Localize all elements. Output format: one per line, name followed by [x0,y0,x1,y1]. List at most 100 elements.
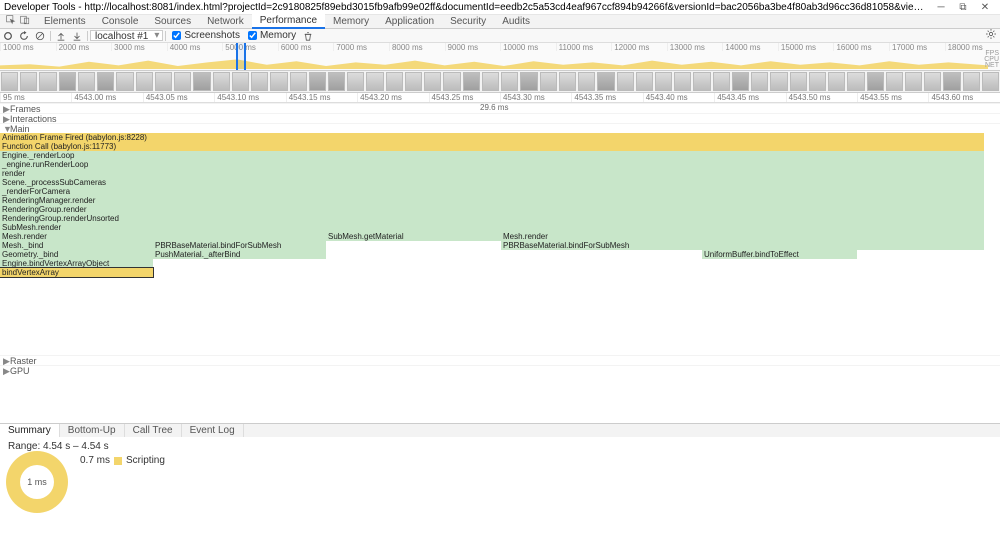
filmstrip-frame[interactable] [213,72,230,91]
filmstrip-frame[interactable] [674,72,691,91]
flame-bar[interactable]: Mesh._bind [0,241,153,250]
flame-bar[interactable]: PBRBaseMaterial.bindForSubMesh [153,241,326,250]
filmstrip-frame[interactable] [732,72,749,91]
flame-section-header[interactable]: ▶GPU [0,365,1000,375]
filmstrip-frame[interactable] [501,72,518,91]
memory-checkbox-input[interactable] [248,31,257,40]
filmstrip-frame[interactable] [693,72,710,91]
tab-elements[interactable]: Elements [36,15,94,28]
details-tab-bottom-up[interactable]: Bottom-Up [60,424,125,437]
flame-bar[interactable]: Scene._processSubCameras [0,178,984,187]
window-close-button[interactable]: ✕ [974,1,996,14]
filmstrip-frame[interactable] [443,72,460,91]
flame-bar[interactable]: RenderingGroup.renderUnsorted [0,214,984,223]
filmstrip-frame[interactable] [290,72,307,91]
capture-target-select[interactable]: localhost #1 [90,30,163,41]
flame-bar[interactable]: Engine._renderLoop [0,151,984,160]
tab-memory[interactable]: Memory [325,15,377,28]
tab-performance[interactable]: Performance [252,14,325,29]
overview-timeline[interactable]: 1000 ms2000 ms3000 ms4000 ms5000 ms6000 … [0,43,1000,71]
timeline-ruler[interactable]: 95 ms4543.00 ms4543.05 ms4543.10 ms4543.… [0,93,1000,103]
flame-bar[interactable]: bindVertexArray [0,268,153,277]
tab-audits[interactable]: Audits [494,15,538,28]
filmstrip-frame[interactable] [943,72,960,91]
filmstrip-frame[interactable] [20,72,37,91]
filmstrip-frame[interactable] [963,72,980,91]
screenshots-checkbox[interactable]: Screenshots [168,30,244,41]
filmstrip-frame[interactable] [520,72,537,91]
filmstrip-frame[interactable] [809,72,826,91]
capture-settings-button[interactable] [986,29,996,42]
filmstrip-frame[interactable] [751,72,768,91]
filmstrip-frame[interactable] [847,72,864,91]
filmstrip-frame[interactable] [251,72,268,91]
filmstrip-frame[interactable] [905,72,922,91]
flame-bar[interactable]: PushMaterial._afterBind [153,250,326,259]
details-tab-event-log[interactable]: Event Log [182,424,244,437]
flame-section-header[interactable]: ▶Frames [0,103,1000,113]
flame-bar[interactable]: Engine.bindVertexArrayObject [0,259,153,268]
clear-button[interactable] [32,29,48,43]
filmstrip-frame[interactable] [405,72,422,91]
window-maximize-button[interactable]: ⧉ [952,1,974,14]
tab-security[interactable]: Security [442,15,494,28]
inspect-icon[interactable] [6,15,16,28]
filmstrip-frame[interactable] [617,72,634,91]
filmstrip-frame[interactable] [366,72,383,91]
flame-bar[interactable]: Geometry._bind [0,250,153,259]
flame-bar[interactable]: Mesh.render [0,232,326,241]
tab-sources[interactable]: Sources [146,15,199,28]
filmstrip-frame[interactable] [770,72,787,91]
filmstrip-frame[interactable] [1,72,18,91]
tab-network[interactable]: Network [199,15,252,28]
filmstrip-frame[interactable] [540,72,557,91]
filmstrip-frame[interactable] [309,72,326,91]
filmstrip-frame[interactable] [982,72,999,91]
filmstrip-frame[interactable] [597,72,614,91]
filmstrip-frame[interactable] [59,72,76,91]
flame-bar[interactable]: SubMesh.getMaterial [326,232,501,241]
flame-bar[interactable]: RenderingManager.render [0,196,984,205]
record-button[interactable] [0,29,16,43]
filmstrip-frame[interactable] [97,72,114,91]
filmstrip-frame[interactable] [482,72,499,91]
flame-bar[interactable]: Mesh.render [501,232,984,241]
filmstrip-frame[interactable] [347,72,364,91]
flame-section-header[interactable]: ▶Interactions [0,113,1000,123]
flame-bar[interactable]: Function Call (babylon.js:11773) [0,142,984,151]
filmstrip-frame[interactable] [886,72,903,91]
window-minimize-button[interactable]: ─ [930,1,952,14]
filmstrip-frame[interactable] [232,72,249,91]
reload-record-button[interactable] [16,29,32,43]
filmstrip-frame[interactable] [39,72,56,91]
filmstrip-frame[interactable] [828,72,845,91]
filmstrip-frame[interactable] [270,72,287,91]
flame-bar[interactable]: RenderingGroup.render [0,205,984,214]
flame-section-header[interactable]: ▶Raster [0,355,1000,365]
flame-section-header[interactable]: ▼Main [0,123,1000,133]
filmstrip-frame[interactable] [578,72,595,91]
flame-bar[interactable]: _renderForCamera [0,187,984,196]
filmstrip-frame[interactable] [790,72,807,91]
garbage-collect-button[interactable] [300,29,316,43]
filmstrip-frame[interactable] [174,72,191,91]
filmstrip-frame[interactable] [924,72,941,91]
memory-checkbox[interactable]: Memory [244,30,300,41]
flame-bar[interactable]: SubMesh.render [0,223,984,232]
filmstrip-frame[interactable] [136,72,153,91]
screenshot-filmstrip[interactable] [0,71,1000,93]
flame-bar[interactable]: UniformBuffer.bindToEffect [702,250,857,259]
load-profile-button[interactable] [53,29,69,43]
filmstrip-frame[interactable] [155,72,172,91]
flame-bar[interactable]: render [0,169,984,178]
filmstrip-frame[interactable] [424,72,441,91]
flame-chart[interactable]: 29.6 ms ▶Frames▶Interactions▼MainAnimati… [0,103,1000,423]
filmstrip-frame[interactable] [636,72,653,91]
filmstrip-frame[interactable] [713,72,730,91]
filmstrip-frame[interactable] [463,72,480,91]
overview-selection[interactable] [236,43,246,70]
filmstrip-frame[interactable] [386,72,403,91]
filmstrip-frame[interactable] [116,72,133,91]
device-toggle-icon[interactable] [20,15,30,28]
filmstrip-frame[interactable] [655,72,672,91]
